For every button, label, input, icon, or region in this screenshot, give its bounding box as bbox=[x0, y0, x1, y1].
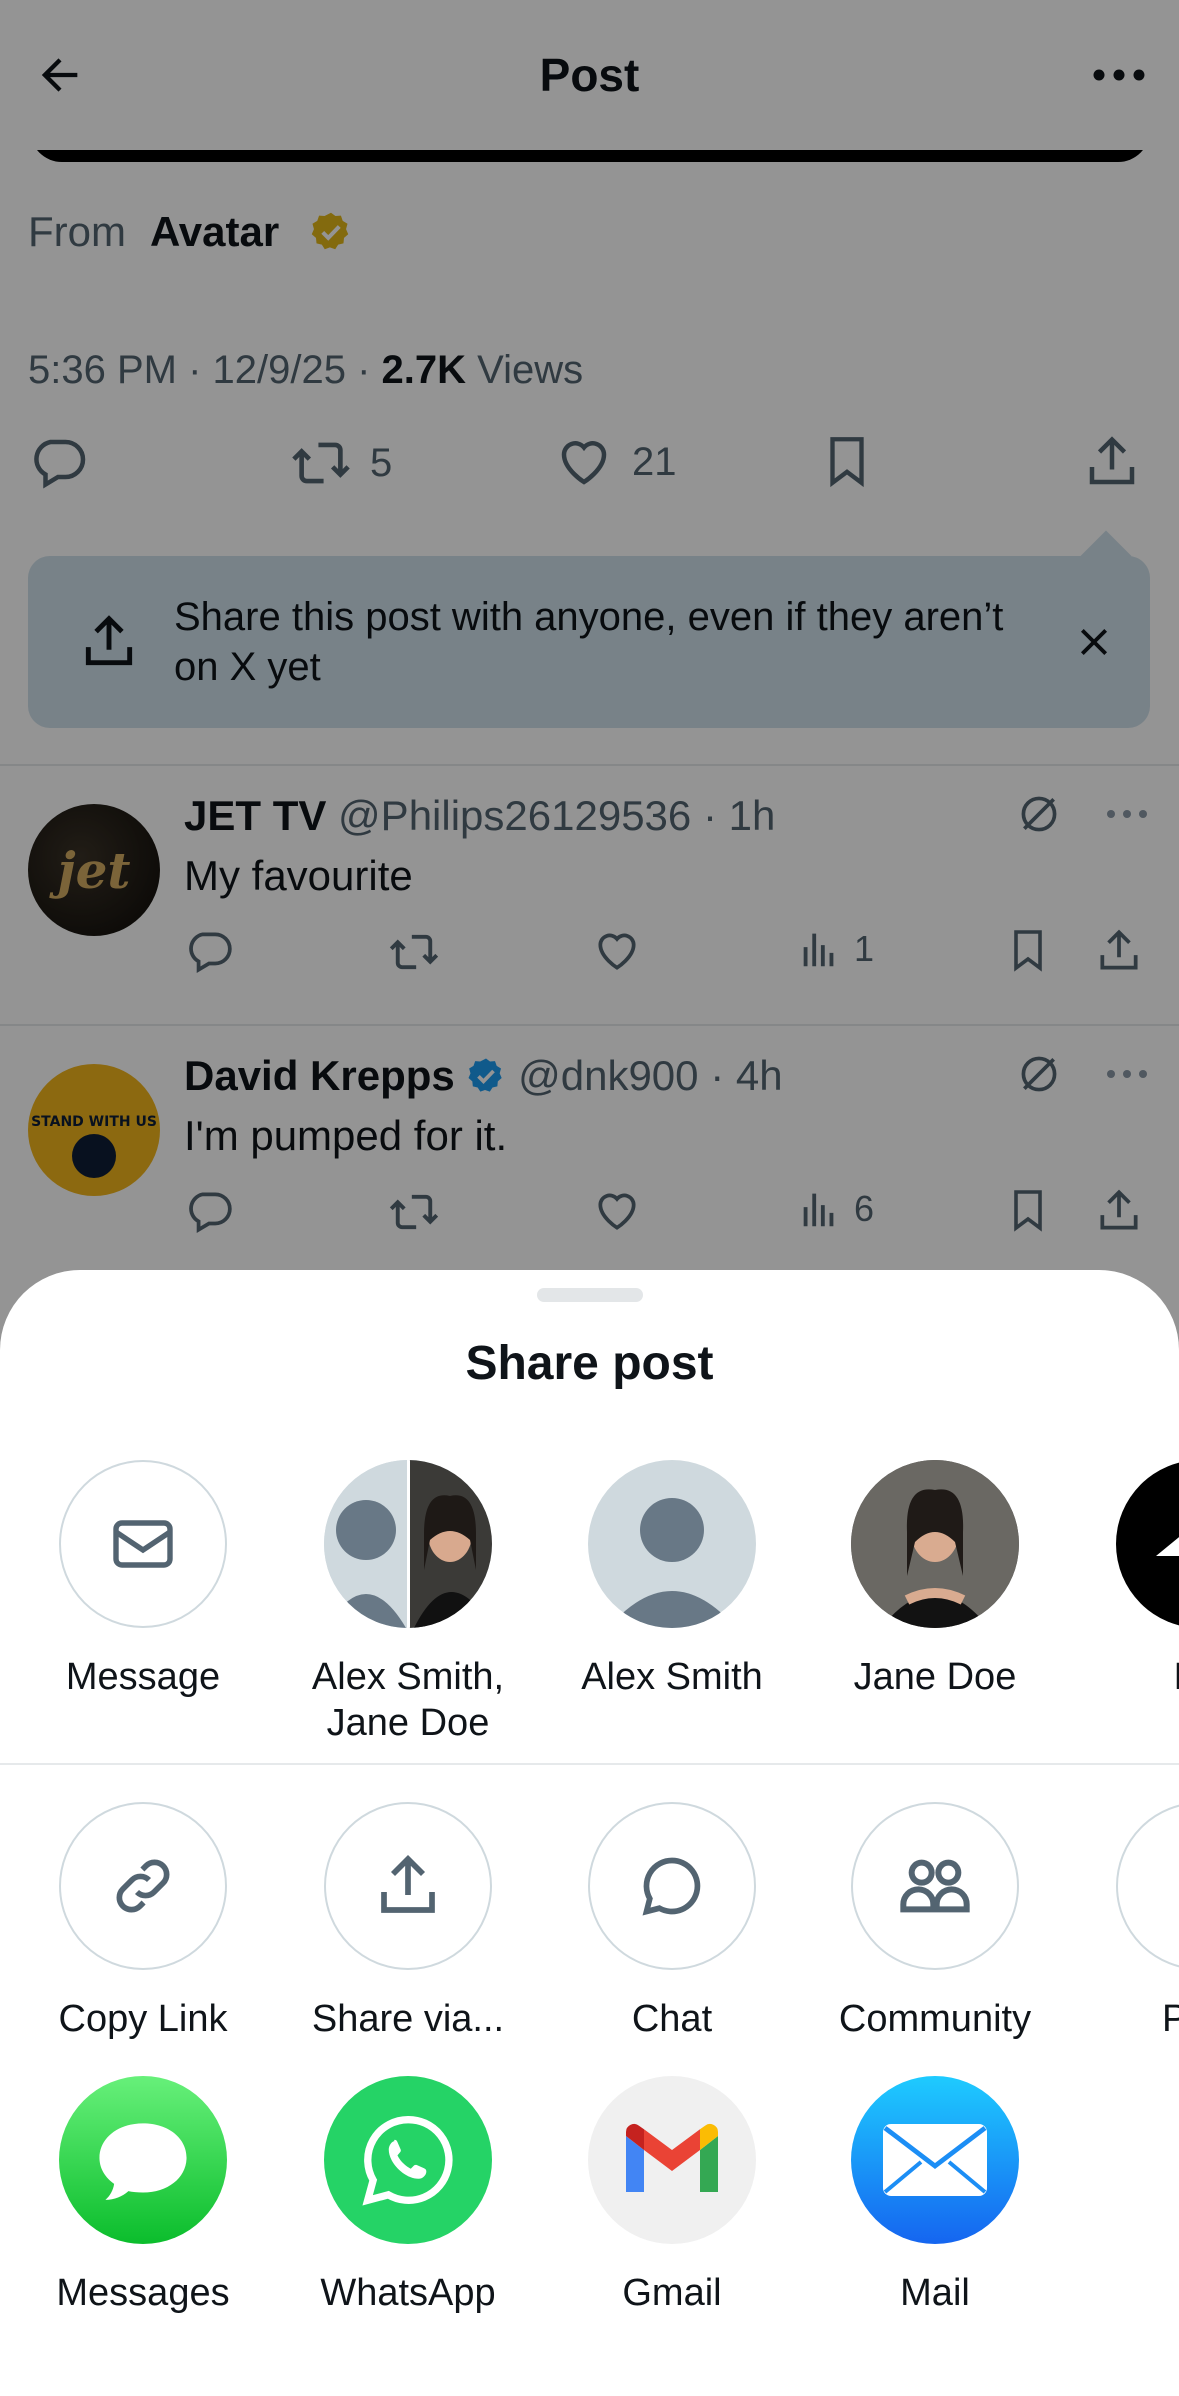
share-target-contact[interactable]: Alex Smith bbox=[552, 1460, 792, 1700]
action-label: Chat bbox=[631, 1998, 713, 2040]
post-button[interactable]: Post bbox=[1080, 1802, 1179, 2042]
share-target-message[interactable]: Message bbox=[23, 1460, 263, 1700]
messages-bubble-icon bbox=[99, 2123, 187, 2200]
share-target-label: Mo bbox=[1174, 1654, 1179, 1700]
gmail-circle[interactable] bbox=[588, 2076, 756, 2244]
envelope-icon bbox=[113, 1520, 173, 1568]
app-label: WhatsApp bbox=[320, 2272, 496, 2314]
default-person-icon bbox=[608, 1498, 736, 1628]
share-target-label: Jane Doe bbox=[853, 1656, 1017, 1698]
whatsapp-button[interactable]: WhatsApp bbox=[288, 2076, 528, 2316]
share-target-group[interactable]: Alex Smith, Jane Doe bbox=[288, 1460, 528, 1746]
action-label: Copy Link bbox=[58, 1998, 228, 2040]
chat-bubble-icon bbox=[642, 1857, 701, 1916]
avatar[interactable] bbox=[1116, 1460, 1179, 1628]
divider bbox=[0, 1763, 1179, 1765]
share-via-button[interactable]: Share via... bbox=[288, 1802, 528, 2042]
whatsapp-circle[interactable] bbox=[324, 2076, 492, 2244]
chat-circle[interactable] bbox=[588, 1802, 756, 1970]
messages-app-circle[interactable] bbox=[59, 2076, 227, 2244]
people-icon bbox=[900, 1859, 970, 1913]
share-target-contact[interactable]: Jane Doe bbox=[815, 1460, 1055, 1700]
message-circle[interactable] bbox=[59, 1460, 227, 1628]
drag-handle[interactable] bbox=[537, 1288, 643, 1302]
link-icon bbox=[116, 1859, 170, 1913]
plus-icon bbox=[1164, 1850, 1179, 1922]
sheet-title: Share post bbox=[465, 1337, 714, 1390]
messages-app-button[interactable]: Messages bbox=[23, 2076, 263, 2316]
action-label: Share via... bbox=[311, 1998, 505, 2040]
share-via-circle[interactable] bbox=[324, 1802, 492, 1970]
post-circle[interactable] bbox=[1116, 1802, 1179, 1970]
share-target-label: Alex Smith, Jane Doe bbox=[311, 1656, 505, 1744]
app-label: Gmail bbox=[622, 2272, 722, 2314]
mail-envelope-icon bbox=[883, 2124, 987, 2196]
share-target-more[interactable]: Mo bbox=[1080, 1460, 1179, 1700]
mail-app-circle[interactable] bbox=[851, 2076, 1019, 2244]
mail-app-button[interactable]: Mail bbox=[815, 2076, 1055, 2316]
group-avatar[interactable] bbox=[324, 1460, 492, 1628]
action-label: Post bbox=[1161, 1998, 1179, 2040]
action-label: Community bbox=[838, 1998, 1032, 2040]
app-label: Messages bbox=[56, 2272, 230, 2314]
gmail-button[interactable]: Gmail bbox=[552, 2076, 792, 2316]
chat-button[interactable]: Chat bbox=[552, 1802, 792, 2042]
app-label: Mail bbox=[900, 2272, 970, 2314]
share-upload-icon bbox=[381, 1854, 435, 1913]
share-target-label: Message bbox=[65, 1656, 221, 1698]
share-target-label: Alex Smith bbox=[581, 1656, 763, 1698]
default-person-icon bbox=[336, 1500, 396, 1560]
avatar[interactable] bbox=[851, 1460, 1019, 1628]
community-circle[interactable] bbox=[851, 1802, 1019, 1970]
avatar[interactable] bbox=[588, 1460, 756, 1628]
community-button[interactable]: Community bbox=[815, 1802, 1055, 2042]
copy-link-circle[interactable] bbox=[59, 1802, 227, 1970]
whatsapp-icon bbox=[362, 2115, 453, 2206]
share-sheet: Share post Message Alex Smith, Jane Doe … bbox=[0, 1270, 1179, 2396]
gmail-icon bbox=[626, 2124, 718, 2192]
copy-link-button[interactable]: Copy Link bbox=[23, 1802, 263, 2042]
